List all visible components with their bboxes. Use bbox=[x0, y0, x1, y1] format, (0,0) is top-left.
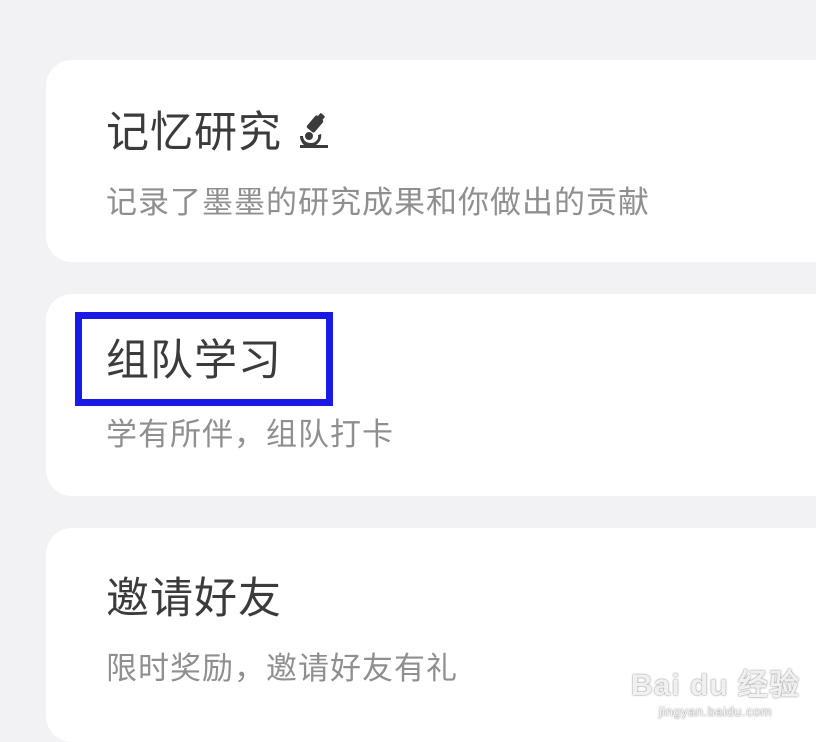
team-study-description: 学有所伴，组队打卡 bbox=[106, 417, 394, 453]
annotation-highlight-box bbox=[75, 312, 333, 406]
memory-research-title: 记忆研究 bbox=[106, 112, 334, 156]
memory-research-card[interactable]: 记忆研究 记录了墨墨的研究成果和你做出的贡献 bbox=[46, 60, 816, 262]
invite-friends-description: 限时奖励，邀请好友有礼 bbox=[106, 651, 458, 687]
watermark-logo: Bai du 经验 bbox=[630, 669, 800, 702]
watermark-url: jingyan.baidu.com bbox=[658, 704, 773, 719]
baidu-jingyan-watermark: Bai du 经验 jingyan.baidu.com bbox=[630, 669, 800, 719]
microscope-icon bbox=[294, 112, 334, 152]
invite-friends-title: 邀请好友 bbox=[106, 574, 282, 624]
memory-research-description: 记录了墨墨的研究成果和你做出的贡献 bbox=[106, 185, 650, 221]
